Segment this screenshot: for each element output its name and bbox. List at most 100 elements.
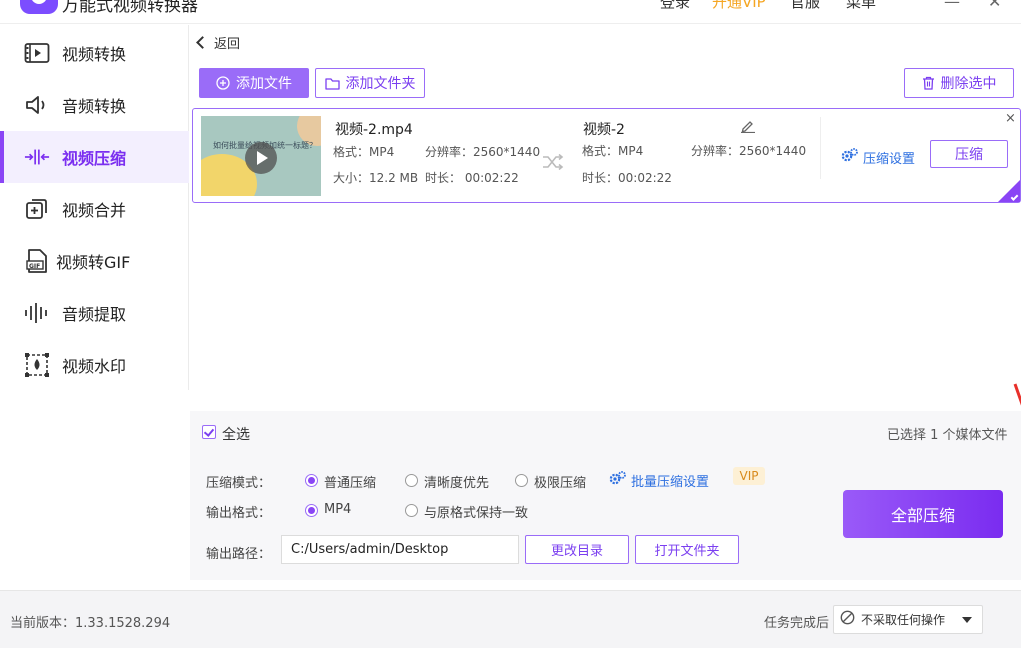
- no-action-icon: [840, 610, 855, 629]
- vip-link[interactable]: 开通VIP: [712, 0, 766, 12]
- trash-icon: [922, 76, 935, 90]
- compress-settings-button[interactable]: 压缩设置: [841, 147, 915, 167]
- sidebar-item-label: 音频提取: [62, 305, 127, 324]
- source-file-name: 视频-2.mp4: [335, 122, 413, 138]
- source-size: 大小：12.2 MB: [333, 171, 419, 185]
- open-folder-button[interactable]: 打开文件夹: [635, 535, 739, 564]
- gear-icon: [841, 147, 859, 167]
- folder-icon: [324, 77, 340, 90]
- sidebar-item-video-gif[interactable]: GIF 视频转GIF: [0, 235, 189, 287]
- output-settings: 压缩模式： 普通压缩 清晰度优先 极限压缩 批量压缩设置 VIP 输出格式： M…: [190, 455, 1021, 580]
- sidebar-item-label: 视频压缩: [62, 149, 127, 168]
- format-mp4-radio[interactable]: [305, 504, 318, 517]
- title-bar: 万能式视频转换器 登录 开通VIP 官服 菜单 — ✕: [0, 0, 1021, 24]
- open-folder-label: 打开文件夹: [654, 544, 720, 559]
- shuffle-icon: [542, 153, 564, 174]
- source-format: 格式：MP4: [333, 145, 395, 159]
- video-thumbnail[interactable]: 如何批量给视频加统一标题？: [201, 116, 321, 196]
- output-path-label: 输出路径：: [206, 547, 272, 562]
- change-directory-button[interactable]: 更改目录: [525, 535, 629, 564]
- mode-clarity-radio[interactable]: [405, 474, 418, 487]
- compress-label: 压缩: [955, 147, 983, 163]
- app-logo: [20, 0, 58, 14]
- selected-corner-badge: [998, 180, 1020, 202]
- gif-icon: GIF: [24, 248, 50, 274]
- output-path-input[interactable]: [281, 535, 519, 564]
- merge-icon: [24, 196, 50, 222]
- annotation-arrow-icon: [1013, 383, 1021, 406]
- gear-icon: [609, 470, 627, 490]
- login-link[interactable]: 登录: [660, 0, 690, 12]
- chevron-down-icon: [962, 617, 972, 623]
- select-all-label[interactable]: 全选: [222, 424, 250, 444]
- sidebar-item-label: 视频水印: [62, 357, 127, 376]
- change-directory-label: 更改目录: [550, 544, 603, 559]
- sidebar-item-label: 视频合并: [62, 201, 127, 220]
- sidebar-item-label: 音频转换: [62, 97, 127, 116]
- file-item-card[interactable]: 如何批量给视频加统一标题？ 视频-2.mp4 格式：MP4 分辨率：2560*1…: [192, 108, 1021, 203]
- sidebar-item-audio-convert[interactable]: 音频转换: [0, 79, 189, 131]
- minimize-icon[interactable]: —: [944, 0, 960, 11]
- edit-name-icon[interactable]: [740, 119, 756, 137]
- format-original-radio[interactable]: [405, 504, 418, 517]
- close-icon[interactable]: ×: [1005, 111, 1016, 126]
- mode-extreme-radio[interactable]: [515, 474, 528, 487]
- delete-selected-button[interactable]: 删除选中: [904, 68, 1014, 98]
- compress-all-label: 全部压缩: [890, 506, 955, 525]
- menu-link[interactable]: 菜单: [846, 0, 876, 12]
- compress-all-button[interactable]: 全部压缩: [843, 490, 1003, 538]
- output-format-label: 输出格式：: [206, 506, 272, 521]
- divider: [820, 117, 821, 179]
- sidebar-item-label: 视频转换: [62, 45, 127, 64]
- format-original-label[interactable]: 与原格式保持一致: [424, 502, 528, 521]
- batch-settings-label: 批量压缩设置: [631, 474, 710, 490]
- mode-extreme-label[interactable]: 极限压缩: [534, 472, 586, 491]
- sidebar-item-video-watermark[interactable]: 视频水印: [0, 339, 189, 391]
- compress-mode-label: 压缩模式：: [206, 476, 272, 491]
- add-file-label: 添加文件: [236, 76, 292, 92]
- audio-convert-icon: [24, 92, 50, 118]
- sidebar-item-label: 视频转GIF: [56, 253, 131, 272]
- main-panel: 返回 添加文件 添加文件夹 删除选中 如何批量给视频加统一标题？ 视频-2.mp…: [190, 25, 1021, 580]
- output-duration: 时长：00:02:22: [582, 171, 672, 185]
- mode-normal-label[interactable]: 普通压缩: [324, 472, 376, 491]
- plus-circle-icon: [216, 76, 230, 90]
- back-label: 返回: [214, 37, 241, 52]
- sidebar-item-audio-extract[interactable]: 音频提取: [0, 287, 189, 339]
- sidebar: 视频转换 音频转换 视频压缩 视频合并 GIF 视频转GIF 音频提取 视频水印: [0, 25, 189, 390]
- after-task-label: 任务完成后: [764, 616, 830, 631]
- svg-text:GIF: GIF: [29, 263, 40, 270]
- sidebar-item-video-merge[interactable]: 视频合并: [0, 183, 189, 235]
- output-file-name: 视频-2: [583, 122, 625, 138]
- batch-compress-settings-button[interactable]: 批量压缩设置: [609, 470, 709, 490]
- chevron-left-icon: [196, 36, 209, 49]
- video-convert-icon: [24, 40, 50, 66]
- output-resolution: 分辨率：2560*1440: [691, 144, 807, 158]
- add-folder-button[interactable]: 添加文件夹: [315, 68, 425, 98]
- delete-selected-label: 删除选中: [940, 76, 997, 92]
- source-duration: 时长： 00:02:22: [425, 171, 519, 185]
- select-all-checkbox[interactable]: [202, 425, 216, 439]
- vip-badge: VIP: [733, 467, 765, 485]
- audio-extract-icon: [24, 300, 50, 326]
- after-task-value: 不采取任何操作: [861, 613, 946, 627]
- mode-normal-radio[interactable]: [305, 474, 318, 487]
- selected-count: 已选择 1 个媒体文件: [887, 428, 1008, 443]
- format-mp4-label[interactable]: MP4: [324, 502, 351, 517]
- official-link[interactable]: 官服: [790, 0, 820, 12]
- output-format: 格式：MP4: [582, 144, 644, 158]
- version-text: 当前版本：1.33.1528.294: [10, 616, 171, 631]
- sidebar-item-video-compress[interactable]: 视频压缩: [0, 131, 189, 183]
- play-icon[interactable]: [245, 142, 277, 174]
- mode-clarity-label[interactable]: 清晰度优先: [424, 472, 489, 491]
- add-folder-label: 添加文件夹: [345, 76, 416, 92]
- sidebar-item-video-convert[interactable]: 视频转换: [0, 27, 189, 79]
- selection-bar: 全选 已选择 1 个媒体文件: [190, 411, 1021, 455]
- close-window-icon[interactable]: ✕: [988, 0, 1001, 11]
- app-title: 万能式视频转换器: [62, 0, 198, 16]
- compress-button[interactable]: 压缩: [930, 140, 1008, 168]
- add-file-button[interactable]: 添加文件: [199, 68, 309, 98]
- back-button[interactable]: 返回: [196, 33, 241, 52]
- after-task-select[interactable]: 不采取任何操作: [833, 605, 983, 634]
- compress-icon: [24, 144, 50, 170]
